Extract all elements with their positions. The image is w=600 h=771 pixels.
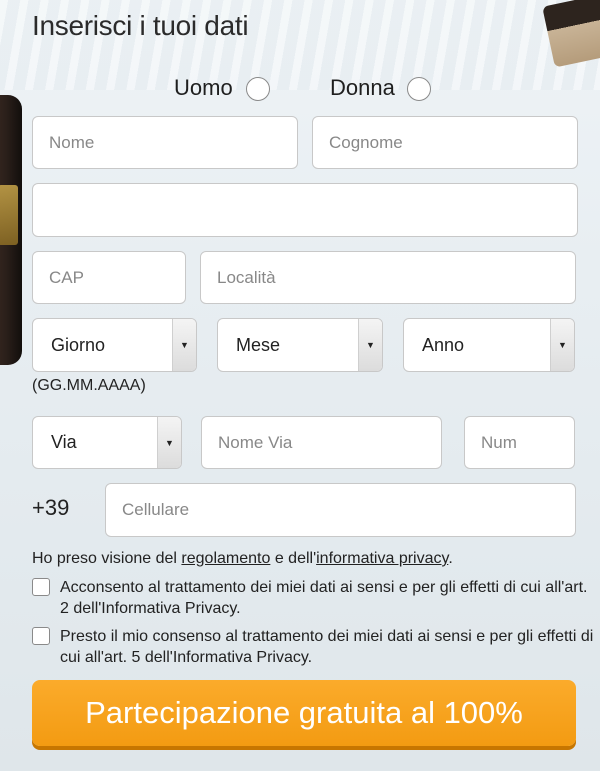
localita-input[interactable]: Località xyxy=(200,251,576,304)
gender-male-label: Uomo xyxy=(174,75,233,100)
consent-checkbox-1[interactable] xyxy=(32,578,50,596)
gender-female-radio[interactable] xyxy=(407,77,431,101)
giorno-select[interactable]: Giorno ▼ xyxy=(32,318,197,372)
cap-input[interactable]: CAP xyxy=(32,251,186,304)
via-type-select[interactable]: Via ▼ xyxy=(32,416,182,469)
submit-button[interactable]: Partecipazione gratuita al 100% xyxy=(32,680,576,746)
bottle-image xyxy=(0,95,22,365)
cellulare-input[interactable]: Cellulare xyxy=(105,483,576,537)
gender-female-label: Donna xyxy=(330,75,395,100)
date-format-hint: (GG.MM.AAAA) xyxy=(32,377,146,394)
consent-text-1: Acconsento al trattamento dei miei dati … xyxy=(60,579,588,617)
anno-select[interactable]: Anno ▼ xyxy=(403,318,575,372)
privacy-prefix: Ho preso visione del xyxy=(32,550,182,567)
cognome-input[interactable]: Cognome xyxy=(312,116,578,169)
regolamento-link[interactable]: regolamento xyxy=(181,550,270,567)
chevron-down-icon: ▼ xyxy=(157,417,181,468)
consent-checkbox-2[interactable] xyxy=(32,627,50,645)
num-input[interactable]: Num xyxy=(464,416,575,469)
via-type-value: Via xyxy=(51,432,77,452)
privacy-suffix: . xyxy=(448,550,453,567)
mese-select-value: Mese xyxy=(236,334,281,355)
anno-select-value: Anno xyxy=(422,334,465,355)
chevron-down-icon: ▼ xyxy=(550,319,574,371)
mese-select[interactable]: Mese ▼ xyxy=(217,318,383,372)
giorno-select-value: Giorno xyxy=(51,334,106,355)
chevron-down-icon: ▼ xyxy=(358,319,382,371)
address-input[interactable] xyxy=(32,183,578,237)
gender-male-radio[interactable] xyxy=(246,77,270,101)
privacy-statement: Ho preso visione del regolamento e dell'… xyxy=(32,550,453,568)
phone-prefix: +39 xyxy=(32,495,70,520)
chevron-down-icon: ▼ xyxy=(172,319,196,371)
gender-selector: Uomo Donna xyxy=(0,75,600,105)
informativa-privacy-link[interactable]: informativa privacy xyxy=(316,550,448,567)
nome-input[interactable]: Nome xyxy=(32,116,298,169)
page-title: Inserisci i tuoi dati xyxy=(32,10,249,41)
consent-row-2: Presto il mio consenso al trattamento de… xyxy=(32,626,600,670)
consent-text-2: Presto il mio consenso al trattamento de… xyxy=(60,628,594,666)
consent-row-1: Acconsento al trattamento dei miei dati … xyxy=(32,577,600,621)
privacy-middle: e dell' xyxy=(270,550,317,567)
nome-via-input[interactable]: Nome Via xyxy=(201,416,442,469)
